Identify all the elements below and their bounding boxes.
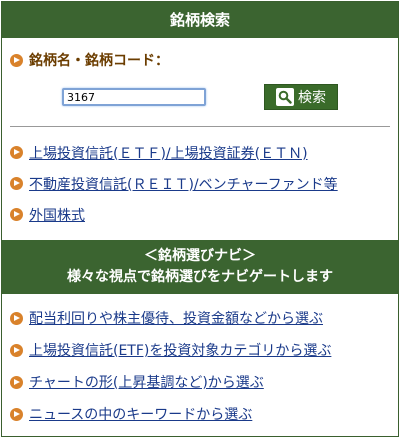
search-input[interactable] (62, 88, 206, 106)
link-item: 不動産投資信託(ＲＥＩＴ)/ベンチャーファンド等 (10, 168, 390, 199)
link-item: 配当利回りや株主優待、投資金額などから選ぶ (10, 302, 390, 334)
arrow-circle-icon (10, 343, 23, 357)
search-button[interactable]: 検索 (264, 84, 338, 110)
category-links: 上場投資信託(ＥＴＦ)/上場投資証券(ＥＴＮ) 不動産投資信託(ＲＥＩＴ)/ベン… (2, 127, 398, 230)
arrow-circle-icon (10, 53, 23, 67)
arrow-circle-icon (10, 375, 23, 389)
navi-title: ＜銘柄選びナビ＞ (144, 248, 256, 264)
link-reit[interactable]: 不動産投資信託(ＲＥＩＴ)/ベンチャーファンド等 (29, 174, 338, 194)
navi-subtitle: 様々な視点で銘柄選びをナビゲートします (67, 269, 333, 285)
link-foreign-stocks[interactable]: 外国株式 (29, 205, 85, 225)
link-item: ニュースの中のキーワードから選ぶ (10, 398, 390, 430)
arrow-circle-icon (10, 407, 23, 421)
search-section: 銘柄名・銘柄コード： 検索 (2, 38, 398, 110)
magnifier-icon (276, 88, 294, 106)
search-button-label: 検索 (298, 90, 326, 106)
arrow-circle-icon (10, 177, 23, 190)
link-navi-chart[interactable]: チャートの形(上昇基調など)から選ぶ (29, 372, 264, 392)
arrow-circle-icon (10, 208, 23, 221)
search-row: 検索 (62, 84, 390, 110)
link-item: 外国株式 (10, 199, 390, 230)
navi-header: ＜銘柄選びナビ＞ 様々な視点で銘柄選びをナビゲートします (2, 240, 398, 294)
link-navi-dividend[interactable]: 配当利回りや株主優待、投資金額などから選ぶ (29, 308, 323, 328)
arrow-circle-icon (10, 311, 23, 325)
link-navi-etf-category[interactable]: 上場投資信託(ETF)を投資対象カテゴリから選ぶ (29, 340, 331, 360)
panel-title: 銘柄検索 (2, 2, 398, 38)
search-label-row: 銘柄名・銘柄コード： (10, 48, 390, 72)
stock-search-panel: 銘柄検索 銘柄名・銘柄コード： 検索 上場投資信託(ＥＴＦ)/上場投資証券(Ｅ (1, 1, 399, 437)
navi-links: 配当利回りや株主優待、投資金額などから選ぶ 上場投資信託(ETF)を投資対象カテ… (2, 302, 398, 430)
link-item: 上場投資信託(ＥＴＦ)/上場投資証券(ＥＴＮ) (10, 137, 390, 168)
search-label: 銘柄名・銘柄コード： (29, 53, 169, 69)
arrow-circle-icon (10, 146, 23, 159)
link-etf-etn[interactable]: 上場投資信託(ＥＴＦ)/上場投資証券(ＥＴＮ) (29, 143, 308, 163)
link-navi-news[interactable]: ニュースの中のキーワードから選ぶ (29, 404, 252, 424)
link-item: 上場投資信託(ETF)を投資対象カテゴリから選ぶ (10, 334, 390, 366)
link-item: チャートの形(上昇基調など)から選ぶ (10, 366, 390, 398)
